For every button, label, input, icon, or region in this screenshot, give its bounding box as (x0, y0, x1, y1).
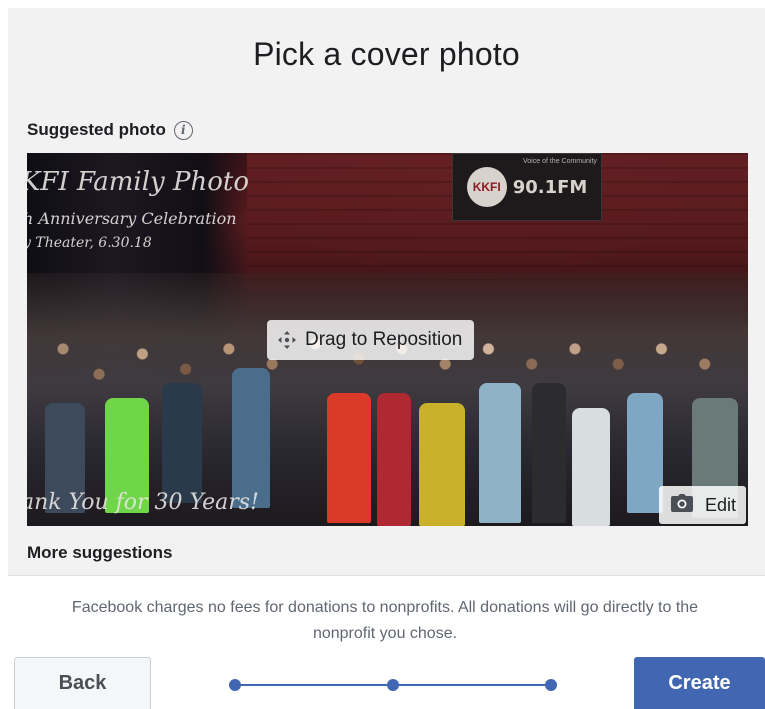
photo-script-subtitle: h Anniversary Celebration (27, 209, 237, 228)
move-arrows-icon (277, 330, 297, 350)
photo-script-title: KFI Family Photo (27, 167, 250, 197)
photo-person (377, 393, 411, 526)
radio-banner: Voice of the Community KKFI 90.1FM (452, 153, 602, 221)
cover-photo-panel: Pick a cover photo Suggested photo i Voi… (8, 8, 765, 576)
photo-person (232, 368, 270, 508)
banner-text: 90.1FM (512, 176, 588, 198)
photo-person (419, 403, 465, 526)
photo-crowd (27, 273, 748, 526)
photo-person (327, 393, 371, 523)
photo-person (572, 408, 610, 526)
step-dot-2 (387, 679, 399, 691)
step-dot-1 (229, 679, 241, 691)
banner-tagline: Voice of the Community (523, 158, 597, 165)
more-suggestions-heading[interactable]: More suggestions (27, 543, 172, 563)
banner-logo: KKFI (466, 167, 507, 207)
edit-label: Edit (704, 494, 736, 515)
drag-to-reposition-button[interactable]: Drag to Reposition (267, 320, 475, 360)
progress-stepper (229, 677, 557, 693)
dialog-title: Pick a cover photo (253, 36, 520, 72)
photo-script-thanks: ank You for 30 Years! (27, 490, 259, 515)
suggested-photo-heading: Suggested photo i (27, 120, 193, 140)
camera-icon (670, 493, 693, 517)
photo-person (532, 383, 566, 523)
info-icon[interactable]: i (173, 120, 193, 140)
drag-label: Drag to Reposition (305, 329, 463, 350)
edit-photo-button[interactable]: Edit (658, 486, 746, 524)
photo-person (162, 383, 202, 503)
step-dot-3 (545, 679, 557, 691)
donation-disclaimer: Facebook charges no fees for donations t… (71, 599, 699, 642)
photo-person (627, 393, 663, 513)
photo-person (479, 383, 521, 523)
create-button[interactable]: Create (634, 657, 765, 709)
cover-photo-preview[interactable]: Voice of the Community KKFI 90.1FM KFI F… (27, 153, 748, 526)
back-button[interactable]: Back (14, 657, 151, 709)
suggested-photo-label: Suggested photo (27, 120, 166, 139)
photo-script-venue: y Theater, 6.30.18 (27, 235, 152, 251)
